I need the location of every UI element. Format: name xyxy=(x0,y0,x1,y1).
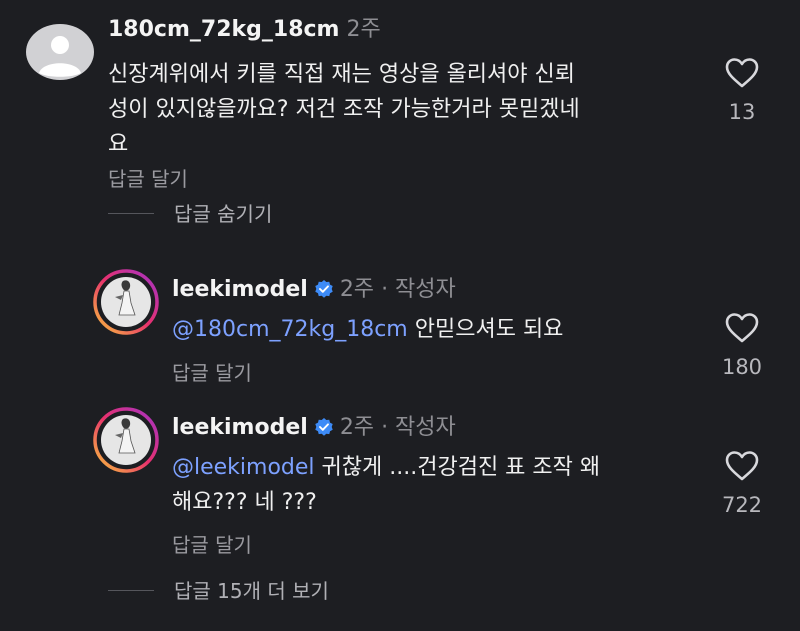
author-tag: · 작성자 xyxy=(381,277,456,302)
like-button[interactable]: 13 xyxy=(712,58,772,124)
comment-header: 180cm_72kg_18cm 2주 xyxy=(108,16,381,44)
like-button[interactable]: 180 xyxy=(712,313,772,379)
verified-badge-icon xyxy=(314,279,334,307)
hide-replies-label[interactable]: 답글 숨기기 xyxy=(174,198,272,227)
comment-username[interactable]: leekimodel xyxy=(172,277,308,302)
default-avatar-icon[interactable] xyxy=(25,24,95,80)
reply-button[interactable]: 답글 달기 xyxy=(172,357,252,386)
divider xyxy=(108,213,154,214)
comment-text: @leekimodel 귀찮게 ....건강검진 표 조작 왜 해요??? 네 … xyxy=(172,455,601,515)
divider xyxy=(108,590,154,591)
view-more-replies-label[interactable]: 답글 15개 더 보기 xyxy=(174,575,329,604)
comment-username[interactable]: 180cm_72kg_18cm xyxy=(108,17,339,42)
comment-time: 2주 xyxy=(339,277,375,302)
heart-outline-icon xyxy=(725,58,759,88)
avatar[interactable] xyxy=(93,269,159,335)
reply-button[interactable]: 답글 달기 xyxy=(172,529,252,558)
comment-time: 2주 xyxy=(339,415,375,440)
comment-text: @180cm_72kg_18cm 안믿으셔도 되요 xyxy=(172,317,564,342)
heart-outline-icon xyxy=(725,313,759,343)
mention-link[interactable]: @180cm_72kg_18cm xyxy=(172,317,408,342)
comment-header: leekimodel 2주 · 작성자 xyxy=(172,276,456,307)
reply-button[interactable]: 답글 달기 xyxy=(108,163,188,192)
avatar[interactable] xyxy=(93,407,159,473)
like-count: 722 xyxy=(721,493,763,517)
author-tag: · 작성자 xyxy=(381,415,456,440)
like-count: 180 xyxy=(721,355,763,379)
comment-username[interactable]: leekimodel xyxy=(172,415,308,440)
comment-header: leekimodel 2주 · 작성자 xyxy=(172,414,456,445)
comment-time: 2주 xyxy=(346,17,381,42)
heart-outline-icon xyxy=(725,451,759,481)
mention-link[interactable]: @leekimodel xyxy=(172,455,315,480)
like-button[interactable]: 722 xyxy=(712,451,772,517)
verified-badge-icon xyxy=(314,417,334,445)
comment-text: 신장계위에서 키를 직접 재는 영상을 올리셔야 신뢰 성이 있지않을까요? 저… xyxy=(108,62,580,157)
like-count: 13 xyxy=(728,100,756,124)
